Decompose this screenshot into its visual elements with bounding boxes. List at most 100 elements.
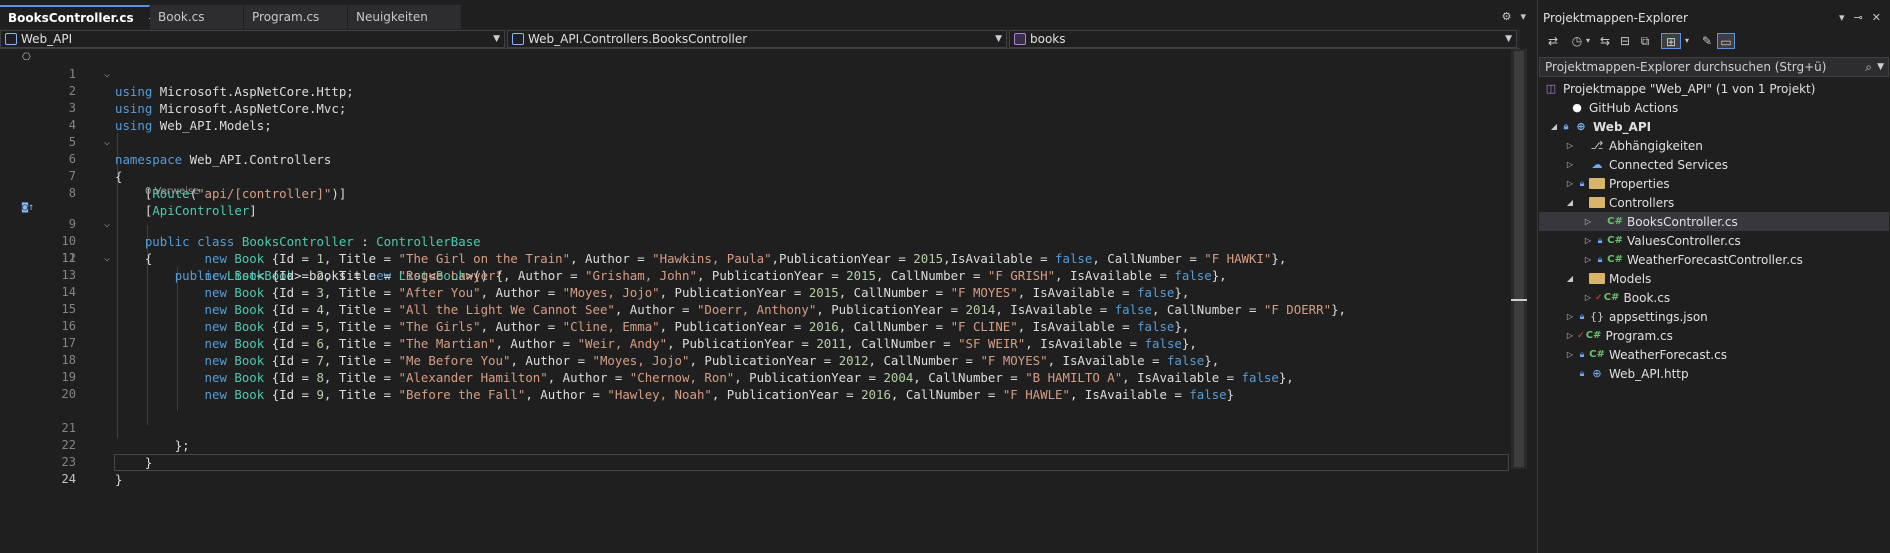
csharp-file-icon: C# [1607,253,1623,265]
project-icon [5,33,17,45]
json-file-icon: {} [1590,309,1604,323]
preview-icon[interactable]: ▭ [1717,33,1735,49]
expanded-arrow-icon[interactable]: ◢ [1565,198,1575,207]
chevron-down-icon[interactable]: ▾ [1520,10,1526,23]
close-icon[interactable]: ✕ [1872,11,1881,24]
tree-node-weatherforecast[interactable]: ▷ 🔒︎ C# WeatherForecast.cs [1539,345,1889,364]
chevron-down-icon[interactable]: ▾ [1839,11,1845,24]
tab-label: Program.cs [252,10,320,24]
tree-node-web-api-http[interactable]: 🔒︎ ⊕ Web_API.http [1539,364,1889,383]
tab-neuigkeiten[interactable]: Neuigkeiten [348,5,462,29]
search-placeholder: Projektmappen-Explorer durchsuchen (Strg… [1545,60,1827,74]
project-dropdown-value: Web_API [21,32,73,46]
tree-node-dependencies[interactable]: ▷ ⎇ Abhängigkeiten [1539,136,1889,155]
tree-node-weatherforecastcontroller[interactable]: ▷ 🔒︎ C# WeatherForecastController.cs [1539,250,1889,269]
node-label: appsettings.json [1609,309,1708,324]
tree-node-program[interactable]: ▷ ✓ C# Program.cs [1539,326,1889,345]
csharp-file-icon: C# [1607,215,1623,227]
project-dropdown[interactable]: Web_API ▼ [0,30,505,48]
copy-icon[interactable]: ⧉ [1637,33,1653,49]
code-line: 11 ⌵ public List<Book> books = new List<B… [61,251,504,283]
lock-icon: 🔒︎ [1579,368,1585,379]
wrench-icon[interactable]: ✎ [1699,33,1715,49]
tree-node-github-actions[interactable]: ● GitHub Actions [1539,98,1889,117]
code-line: 5 ⌵ namespace Web_API.Controllers [68,135,332,167]
node-label: GitHub Actions [1589,100,1679,115]
tree-node-connected-services[interactable]: ▷ ☁ Connected Services [1539,155,1889,174]
tree-node-project[interactable]: ◢ 🔒︎ ⊕ Web_API [1539,117,1889,136]
tab-bookscontroller[interactable]: BooksController.cs ⊸✕ [0,5,174,29]
tab-book[interactable]: Book.cs [150,5,244,29]
class-icon [512,33,524,45]
tree-node-models[interactable]: ◢ Models [1539,269,1889,288]
lock-icon: 🔒︎ [1579,349,1585,360]
node-label: Web_API [1593,119,1652,134]
codelens-references[interactable]: 0 Verweise [145,186,199,197]
class-dropdown-value: Web_API.Controllers.BooksController [528,32,748,46]
tree-node-solution[interactable]: ◫ Projektmappe "Web_API" (1 von 1 Projek… [1539,79,1889,98]
tree-node-book[interactable]: ▷ ✓ C# Book.cs [1539,288,1889,307]
node-label: Book.cs [1623,290,1671,305]
gear-icon[interactable]: ⚙ [1502,10,1512,23]
tree-node-controllers[interactable]: ◢ Controllers [1539,193,1889,212]
collapsed-arrow-icon[interactable]: ▷ [1583,255,1593,264]
sync-icon[interactable]: ⇄ [1545,33,1561,49]
chevron-down-icon: ▼ [995,34,1002,44]
code-line: 10 { [61,234,153,266]
field-icon [1014,33,1026,45]
swap-icon[interactable]: ⇆ [1597,33,1613,49]
code-line: 24 [61,472,76,486]
solution-explorer-title: Projektmappen-Explorer ▾ ⊸ ✕ [1539,8,1889,28]
collapsed-arrow-icon[interactable]: ▷ [1565,331,1575,340]
member-dropdown[interactable]: books ▼ [1009,30,1517,48]
collapsed-arrow-icon[interactable]: ▷ [1565,141,1575,150]
http-file-icon: ⊕ [1592,366,1602,380]
collapsed-arrow-icon[interactable]: ▷ [1565,312,1575,321]
code-line: 16 new Book {Id = 5, Title = "The Girls"… [61,319,1190,334]
node-label: ValuesController.cs [1627,233,1741,248]
code-line: 20 new Book {Id = 9, Title = "Before the… [61,387,1235,402]
chevron-down-icon[interactable]: ▾ [1583,33,1593,49]
lock-icon: 🔒︎ [1597,254,1603,265]
solution-explorer-toolbar: ⇄ ◷ ▾ ⇆ ⊟ ⧉ ⊞ ▾ ✎ ▭ [1539,30,1889,54]
lock-icon: 🔒︎ [1579,178,1585,189]
chevron-down-icon[interactable]: ▼ [1877,58,1884,76]
pin-icon[interactable]: ⊸ [1854,11,1863,24]
code-area[interactable]: ⎔ ◙↑ 1 ⌵ using Microsoft.AspNetCore.Http;… [0,49,1509,553]
collapsed-arrow-icon[interactable]: ▷ [1583,293,1593,302]
folder-icon [1589,197,1605,208]
chevron-down-icon[interactable]: ▾ [1682,33,1692,49]
editor-vertical-scrollbar[interactable] [1511,49,1527,469]
code-line: 17 new Book {Id = 6, Title = "The Martia… [61,336,1197,351]
show-all-files-icon[interactable]: ⊞ [1661,33,1681,49]
code-line: 19 new Book {Id = 8, Title = "Alexander … [61,370,1294,385]
scrollbar-thumb[interactable] [1514,51,1524,467]
search-icon[interactable]: ⌕ [1865,58,1872,76]
expanded-arrow-icon[interactable]: ◢ [1549,122,1559,131]
modified-icon: ✓ [1595,292,1603,303]
solution-explorer-search[interactable]: Projektmappen-Explorer durchsuchen (Strg… [1539,57,1889,77]
code-line: 2 using Microsoft.AspNetCore.Mvc; [68,84,347,116]
tab-program[interactable]: Program.cs [244,5,348,29]
node-label: Abhängigkeiten [1609,138,1703,153]
collapsed-arrow-icon[interactable]: ▷ [1583,217,1593,226]
properties-icon [1589,178,1605,189]
code-line: 8 [ApiController] [68,186,257,218]
tree-node-appsettings[interactable]: ▷ 🔒︎ {} appsettings.json [1539,307,1889,326]
node-label: WeatherForecast.cs [1609,347,1727,362]
collapsed-arrow-icon[interactable]: ▷ [1565,350,1575,359]
tree-node-bookscontroller[interactable]: ▷ C# BooksController.cs [1539,212,1889,231]
code-line: 21 }; [61,421,190,453]
collapsed-arrow-icon[interactable]: ▷ [1565,179,1575,188]
collapse-icon[interactable]: ⊟ [1617,33,1633,49]
navigation-bar: Web_API ▼ Web_API.Controllers.BooksContr… [0,29,1520,49]
collapsed-arrow-icon[interactable]: ▷ [1583,236,1593,245]
node-label: Properties [1609,176,1670,191]
class-dropdown[interactable]: Web_API.Controllers.BooksController ▼ [507,30,1007,48]
scrollbar-caret-marker [1511,299,1527,301]
member-dropdown-value: books [1030,32,1066,46]
expanded-arrow-icon[interactable]: ◢ [1565,274,1575,283]
tree-node-properties[interactable]: ▷ 🔒︎ Properties [1539,174,1889,193]
collapsed-arrow-icon[interactable]: ▷ [1565,160,1575,169]
tree-node-valuescontroller[interactable]: ▷ 🔒︎ C# ValuesController.cs [1539,231,1889,250]
